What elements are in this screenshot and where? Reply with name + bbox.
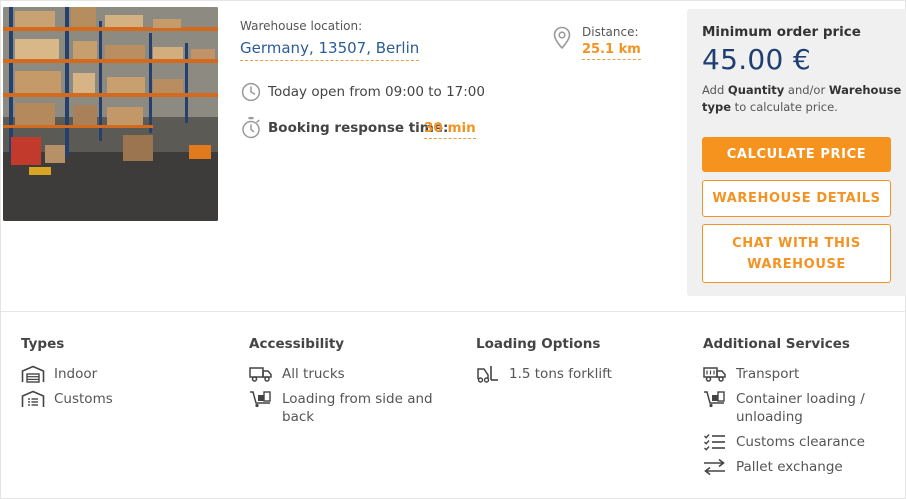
opening-hours: Today open from 09:00 to 17:00 [268, 84, 485, 100]
section-divider [1, 311, 906, 312]
feature-label: Indoor [54, 366, 98, 382]
min-order-price-value: 45.00 € [702, 43, 811, 76]
types-section: Types Indoor Customs [21, 335, 221, 415]
additional-services-title: Additional Services [703, 336, 850, 352]
chat-with-warehouse-button[interactable]: CHAT WITH THIS WAREHOUSE [702, 224, 891, 283]
accessibility-title: Accessibility [249, 336, 345, 352]
warehouse-card: Warehouse location: Germany, 13507, Berl… [0, 0, 906, 499]
loading-options-title: Loading Options [476, 336, 601, 352]
distance-value[interactable]: 25.1 km [582, 42, 641, 60]
loading-icon [703, 390, 727, 408]
distance-label: Distance: [582, 25, 639, 39]
feature-label: Loading from side and back [282, 391, 433, 425]
feature-item: 1.5 tons forklift [476, 365, 676, 383]
exchange-arrows-icon [703, 458, 727, 476]
feature-label: 1.5 tons forklift [509, 366, 612, 382]
feature-item: Container loading / unloading [703, 390, 903, 426]
feature-item: Customs [21, 390, 221, 408]
feature-item: Indoor [21, 365, 221, 383]
warehouse-icon [21, 365, 45, 383]
price-hint: Add Quantity and/or Warehouse type to ca… [702, 83, 902, 114]
response-time-value[interactable]: 30 min [424, 120, 476, 139]
feature-item: Pallet exchange [703, 458, 903, 476]
types-title: Types [21, 336, 65, 352]
additional-services-section: Additional Services Transport Container … [703, 335, 903, 483]
feature-label: All trucks [282, 366, 345, 382]
price-panel: Minimum order price 45.00 € Add Quantity… [687, 9, 906, 296]
location-link[interactable]: Germany, 13507, Berlin [240, 39, 420, 61]
truck-icon [249, 365, 273, 383]
calculate-price-button[interactable]: CALCULATE PRICE [702, 137, 891, 172]
feature-label: Container loading / unloading [736, 391, 865, 425]
clock-icon [241, 82, 261, 102]
stopwatch-icon [241, 116, 261, 140]
feature-label: Customs [54, 391, 113, 407]
feature-label: Transport [736, 366, 800, 382]
location-label: Warehouse location: [240, 19, 363, 33]
customs-warehouse-icon [21, 390, 45, 408]
forklift-icon [476, 365, 500, 383]
warehouse-photo[interactable] [3, 7, 218, 221]
accessibility-section: Accessibility All trucks Loading from si… [249, 335, 449, 433]
feature-item: Customs clearance [703, 433, 903, 451]
hint-quantity: Quantity [727, 83, 785, 97]
loading-icon [249, 390, 273, 408]
loading-options-section: Loading Options 1.5 tons forklift [476, 335, 676, 390]
feature-label: Customs clearance [736, 434, 865, 450]
min-order-price-label: Minimum order price [702, 24, 861, 40]
feature-item: Transport [703, 365, 903, 383]
feature-label: Pallet exchange [736, 459, 843, 475]
truck-icon [703, 365, 727, 383]
response-time-label: Booking response time: [268, 120, 449, 136]
map-pin-icon [553, 26, 571, 50]
checklist-icon [703, 433, 727, 451]
feature-item: All trucks [249, 365, 449, 383]
feature-item: Loading from side and back [249, 390, 449, 426]
warehouse-details-button[interactable]: WAREHOUSE DETAILS [702, 180, 891, 217]
